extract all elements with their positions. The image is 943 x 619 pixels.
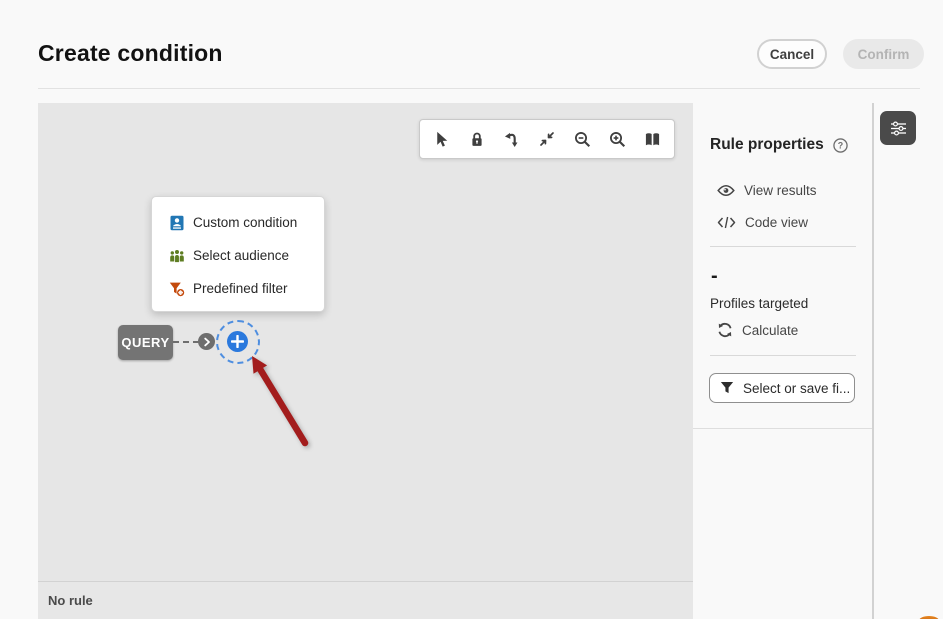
zoom-in-icon [609, 131, 625, 147]
panel-divider [693, 428, 872, 429]
confirm-button: Confirm [843, 39, 924, 69]
menu-item-label: Select audience [193, 248, 290, 263]
properties-toggle-button[interactable] [880, 111, 916, 145]
eye-icon [717, 184, 735, 197]
overview-tool-button[interactable] [637, 124, 667, 154]
menu-item-label: Custom condition [193, 215, 298, 230]
plus-icon [231, 335, 244, 348]
add-node-button[interactable] [227, 331, 248, 352]
rule-canvas[interactable]: Custom condition Select audience Predefi… [38, 103, 693, 581]
zoom-out-tool-button[interactable] [567, 124, 597, 154]
funnel-icon [720, 382, 734, 394]
chevron-right-icon [203, 337, 210, 346]
panel-title: Rule properties [710, 136, 824, 153]
profiles-count: - [711, 265, 718, 287]
menu-item-select-audience[interactable]: Select audience [152, 239, 324, 272]
help-circle-icon[interactable]: ? [832, 137, 848, 153]
menu-item-custom-condition[interactable]: Custom condition [152, 206, 324, 239]
reroute-arrow-icon [505, 132, 518, 147]
calculate-action[interactable]: Calculate [717, 322, 798, 338]
filter-button-label: Select or save fi... [743, 380, 851, 396]
lock-tool-button[interactable] [462, 124, 492, 154]
calculate-label: Calculate [742, 322, 799, 338]
pointer-icon [437, 131, 448, 147]
code-view-action[interactable]: Code view [717, 215, 808, 230]
menu-item-predefined-filter[interactable]: Predefined filter [152, 272, 324, 305]
no-rule-label: No rule [48, 593, 93, 608]
pointer-tool-button[interactable] [427, 124, 457, 154]
transition-chevron-button[interactable] [198, 333, 215, 350]
canvas-toolbar [419, 119, 675, 159]
code-icon [717, 216, 736, 229]
lock-icon [472, 132, 482, 146]
collapse-icon [540, 132, 554, 146]
audience-icon [170, 249, 184, 263]
refresh-icon [718, 322, 732, 338]
panel-divider [710, 246, 856, 247]
overview-book-icon [645, 132, 659, 145]
profiles-targeted-label: Profiles targeted [710, 296, 809, 311]
rule-summary-bar: No rule [38, 581, 693, 619]
page-title: Create condition [38, 40, 223, 66]
select-or-save-filter-button[interactable]: Select or save fi... [709, 373, 855, 403]
zoom-out-icon [574, 131, 590, 147]
svg-text:?: ? [837, 140, 842, 150]
menu-item-label: Predefined filter [193, 281, 288, 296]
user-card-icon [170, 215, 184, 230]
panel-divider [710, 355, 856, 356]
connector-dashed-line [173, 341, 199, 343]
reroute-tool-button[interactable] [497, 124, 527, 154]
view-results-action[interactable]: View results [717, 183, 817, 198]
add-activity-menu: Custom condition Select audience Predefi… [151, 196, 325, 312]
query-node[interactable]: QUERY [118, 325, 173, 360]
filter-add-icon [169, 282, 185, 296]
view-results-label: View results [744, 183, 817, 198]
zoom-in-tool-button[interactable] [602, 124, 632, 154]
vertical-divider [872, 103, 874, 619]
sliders-icon [890, 120, 906, 136]
rule-properties-panel: Rule properties ? View results Code view… [693, 103, 872, 619]
collapse-tool-button[interactable] [532, 124, 562, 154]
code-view-label: Code view [745, 215, 809, 230]
header-divider [38, 88, 920, 89]
cancel-button[interactable]: Cancel [757, 39, 827, 69]
